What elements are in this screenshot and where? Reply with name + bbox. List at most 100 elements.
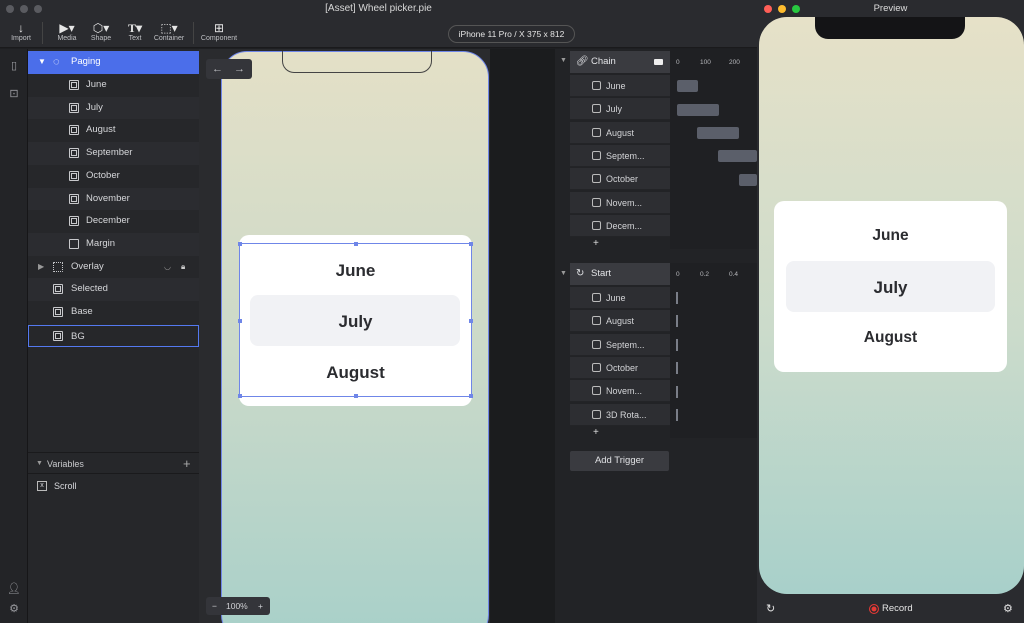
resize-handle[interactable] [469, 242, 473, 246]
resize-handle[interactable] [354, 242, 358, 246]
settings-icon[interactable]: ⚙ [1003, 602, 1013, 615]
start-trigger[interactable]: ↻ Start [570, 263, 670, 285]
timeline-bar[interactable] [677, 80, 698, 92]
layer-bg[interactable]: BG [28, 324, 199, 348]
toolbar: ↓ Import ▶▾ Media ⬡▾ Shape T▾ Text ⬚▾ Co… [0, 18, 757, 48]
container-button[interactable]: ⬚▾ Container [148, 21, 190, 47]
hidden-eye-icon[interactable]: ◡ [164, 256, 171, 279]
layer-august[interactable]: August [28, 119, 199, 142]
layer-paging[interactable]: ▼ ◌ Paging [28, 51, 199, 74]
start-row[interactable]: August [570, 310, 670, 333]
import-button[interactable]: ↓ Import [0, 21, 42, 47]
chain-row[interactable]: Septem... [570, 144, 670, 167]
picker-item[interactable]: June [774, 227, 1007, 245]
minimize-window-button[interactable] [20, 5, 28, 13]
zoom-window-button[interactable] [34, 5, 42, 13]
arrow-right-icon[interactable]: → [234, 59, 245, 79]
start-row[interactable]: June [570, 287, 670, 309]
preview-phone[interactable]: June July August [759, 17, 1024, 594]
chain-row[interactable]: Decem... [570, 214, 670, 237]
layer-november[interactable]: November [28, 187, 199, 211]
add-start-row-icon[interactable]: + [593, 427, 599, 438]
frame-icon [69, 125, 79, 136]
add-trigger-button[interactable]: Add Trigger [570, 451, 669, 471]
resize-handle[interactable] [469, 394, 473, 398]
resize-handle[interactable] [238, 242, 242, 246]
chain-row[interactable]: June [570, 75, 670, 97]
component-button[interactable]: ⊞ Component [197, 21, 241, 47]
preview-bottom-bar: ↻ Record ⚙ [757, 596, 1024, 623]
add-variable-icon[interactable]: + [183, 453, 191, 475]
frame-icon [69, 148, 79, 159]
zoom-out-button[interactable]: − [212, 597, 217, 615]
zoom-window-button[interactable] [792, 5, 800, 13]
layer-december[interactable]: December [28, 210, 199, 233]
resize-handle[interactable] [354, 394, 358, 398]
timeline-bar[interactable] [697, 127, 739, 139]
title-bar: [Asset] Wheel picker.pie [0, 0, 757, 18]
add-chain-row-icon[interactable]: + [593, 238, 599, 249]
zoom-control: − 100% + [206, 597, 270, 615]
zoom-in-button[interactable]: + [258, 597, 263, 615]
assets-panel-icon[interactable]: ⊡ [7, 87, 21, 101]
chevron-down-icon[interactable]: ▼ [38, 51, 46, 74]
container-icon: ⬚▾ [160, 21, 178, 35]
record-button[interactable]: Record [882, 603, 913, 614]
keyframe-marker[interactable] [676, 409, 678, 421]
chain-row[interactable]: August [570, 121, 670, 144]
picker-item-selected[interactable]: July [774, 278, 1007, 298]
reload-icon[interactable]: ↻ [766, 602, 775, 615]
chevron-down-icon[interactable]: ▼ [36, 453, 43, 475]
chain-trigger[interactable]: 🔗︎ Chain [570, 51, 670, 73]
layer-base[interactable]: Base [28, 301, 199, 324]
timeline-bar[interactable] [718, 150, 757, 162]
start-row[interactable]: Septem... [570, 333, 670, 356]
keyframe-marker[interactable] [676, 386, 678, 398]
keyframe-marker[interactable] [676, 362, 678, 374]
picker-item[interactable]: August [774, 329, 1007, 347]
resize-handle[interactable] [469, 319, 473, 323]
start-row[interactable]: October [570, 356, 670, 379]
resize-handle[interactable] [238, 394, 242, 398]
wheel-picker[interactable]: June July August [774, 201, 1007, 372]
chevron-down-icon[interactable]: ▼ [560, 270, 567, 277]
chain-badge [654, 59, 663, 65]
resize-handle[interactable] [238, 319, 242, 323]
layer-september[interactable]: September [28, 142, 199, 165]
start-row[interactable]: Novem... [570, 380, 670, 403]
minimize-window-button[interactable] [778, 5, 786, 13]
variable-item[interactable]: x Scroll [28, 476, 199, 496]
layer-label: October [86, 169, 120, 181]
layers-panel-icon[interactable]: ▯ [7, 59, 21, 73]
chevron-right-icon[interactable]: ▶ [38, 256, 44, 279]
main-window: [Asset] Wheel picker.pie ↓ Import ▶▾ Med… [0, 0, 757, 623]
timeline-bar[interactable] [677, 104, 719, 116]
start-row[interactable]: 3D Rota... [570, 403, 670, 426]
layer-june[interactable]: June [28, 74, 199, 97]
chain-row[interactable]: Novem... [570, 191, 670, 214]
close-window-button[interactable] [6, 5, 14, 13]
layer-margin[interactable]: Margin [28, 232, 199, 256]
timeline-bar[interactable] [739, 174, 757, 186]
zoom-level[interactable]: 100% [226, 597, 248, 615]
layer-selected[interactable]: Selected [28, 278, 199, 301]
settings-icon[interactable]: ⚙ [7, 602, 21, 616]
arrow-left-icon[interactable]: ← [212, 59, 223, 79]
layer-july[interactable]: July [28, 96, 199, 120]
tick-label: 200 [729, 59, 740, 66]
canvas[interactable]: ← → June July August − 100% + [199, 49, 555, 623]
chevron-down-icon[interactable]: ▼ [560, 57, 567, 64]
layer-october[interactable]: October [28, 165, 199, 188]
keyframe-marker[interactable] [676, 339, 678, 351]
lock-icon[interactable]: 🔒︎ [181, 256, 185, 279]
layer-overlay[interactable]: ▶ Overlay ◡ 🔒︎ [28, 256, 199, 279]
chain-row[interactable]: October [570, 168, 670, 191]
frame-icon [592, 220, 601, 230]
keyframe-marker[interactable] [676, 292, 678, 304]
account-icon[interactable]: 👤︎ [7, 582, 21, 596]
variables-header[interactable]: ▼ Variables + [28, 452, 199, 474]
chain-row[interactable]: July [570, 98, 670, 121]
close-window-button[interactable] [764, 5, 772, 13]
device-selector[interactable]: iPhone 11 Pro / X 375 x 812 [448, 25, 575, 43]
keyframe-marker[interactable] [676, 315, 678, 327]
